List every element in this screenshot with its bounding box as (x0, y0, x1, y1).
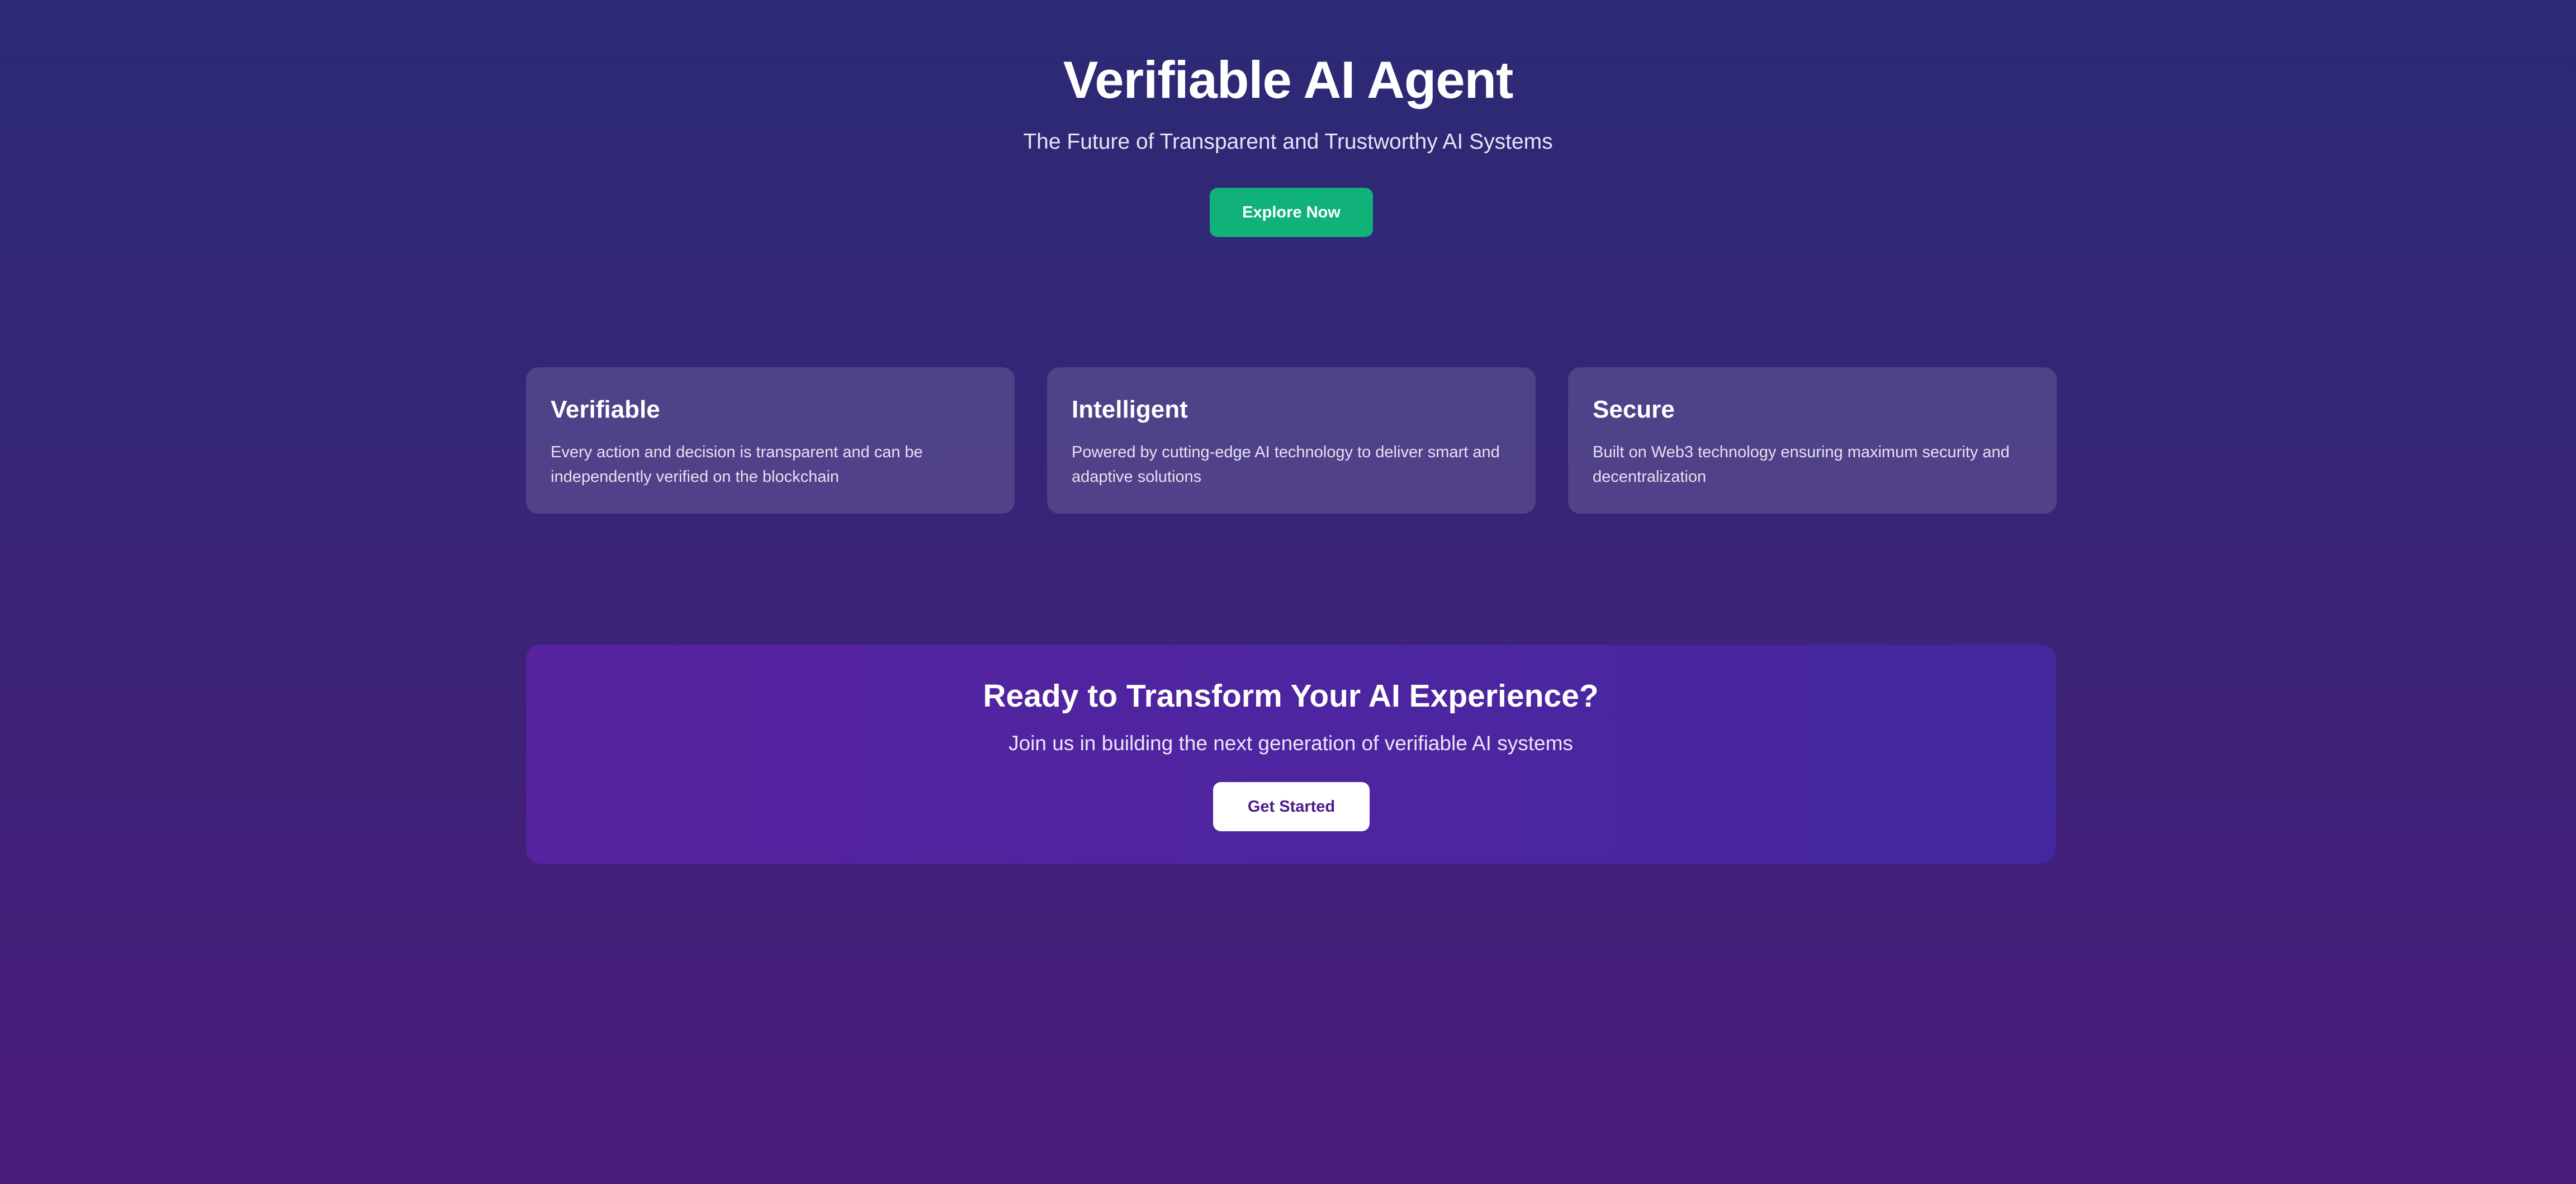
feature-card-description: Powered by cutting-edge AI technology to… (1072, 443, 1500, 486)
feature-card-description: Every action and decision is transparent… (551, 443, 923, 486)
hero-subtitle: The Future of Transparent and Trustworth… (1023, 130, 1553, 154)
feature-card-title: Secure (1593, 396, 1675, 423)
feature-card-title: Intelligent (1072, 396, 1188, 423)
cta-title: Ready to Transform Your AI Experience? (983, 678, 1599, 714)
feature-card-secure: Secure Built on Web3 technology ensuring… (1568, 367, 2057, 514)
get-started-button[interactable]: Get Started (1213, 782, 1370, 831)
explore-now-button[interactable]: Explore Now (1210, 188, 1373, 237)
feature-card-intelligent: Intelligent Powered by cutting-edge AI t… (1047, 367, 1536, 514)
feature-card-verifiable: Verifiable Every action and decision is … (526, 367, 1015, 514)
cta-subtitle: Join us in building the next generation … (1008, 732, 1573, 755)
cta-section: Ready to Transform Your AI Experience? J… (526, 645, 2056, 864)
hero-title: Verifiable AI Agent (1063, 50, 1514, 109)
feature-card-title: Verifiable (551, 396, 660, 423)
feature-card-description: Built on Web3 technology ensuring maximu… (1593, 443, 2010, 486)
